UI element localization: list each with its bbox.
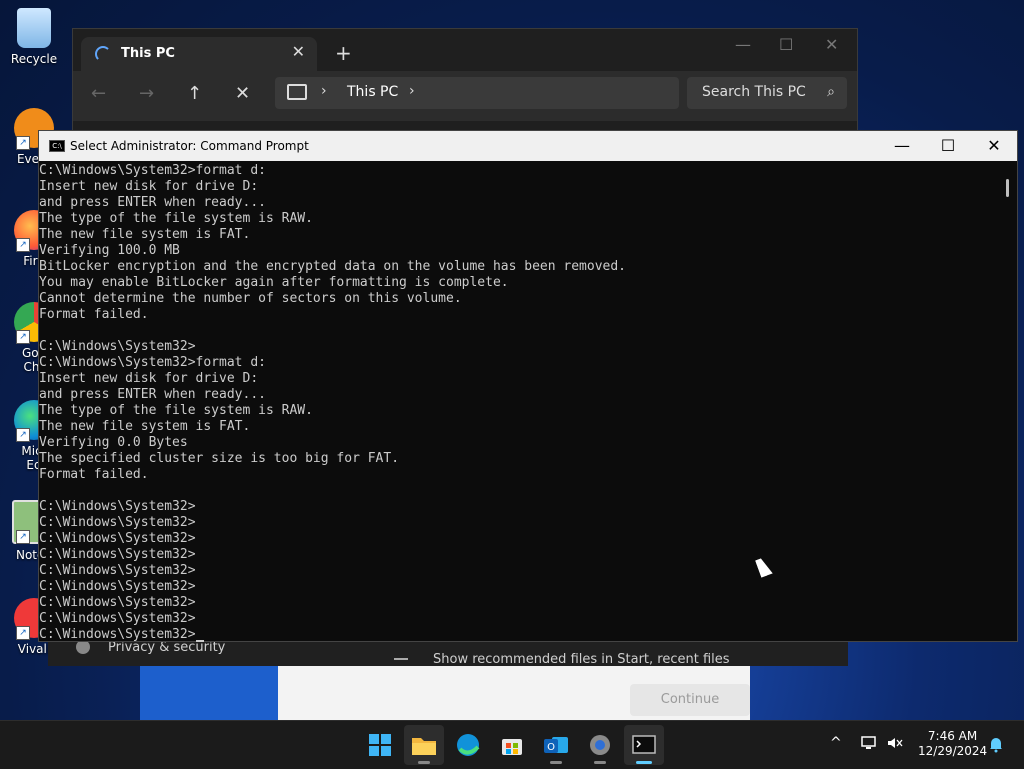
active-indicator xyxy=(636,761,652,764)
vertical-scrollbar[interactable] xyxy=(999,161,1017,641)
window-title: Select Administrator: Command Prompt xyxy=(70,139,309,153)
new-tab-button[interactable]: + xyxy=(335,41,352,65)
search-icon: ⌕ xyxy=(827,84,835,100)
chevron-right-icon[interactable]: › xyxy=(321,83,327,99)
clock[interactable]: 7:46 AM 12/29/2024 xyxy=(918,729,987,759)
search-input[interactable]: Search This PC ⌕ xyxy=(687,77,847,109)
terminal-icon xyxy=(632,735,656,754)
gear-icon xyxy=(590,735,610,755)
clock-date: 12/29/2024 xyxy=(918,744,988,758)
close-button[interactable]: ✕ xyxy=(825,35,838,54)
console-output[interactable]: C:\Windows\System32>format d: Insert new… xyxy=(39,161,999,643)
network-icon[interactable] xyxy=(860,735,878,751)
show-hidden-icons-chevron-icon[interactable]: ^ xyxy=(830,735,842,751)
running-indicator xyxy=(550,761,562,764)
taskbar-outlook[interactable]: O xyxy=(536,725,576,765)
taskbar-terminal[interactable] xyxy=(624,725,664,765)
explorer-toolbar: ← → ↑ ✕ › This PC › Search This PC ⌕ xyxy=(73,71,857,121)
recommended-files-setting[interactable]: Show recommended files in Start, recent … xyxy=(433,652,730,667)
outlook-icon: O xyxy=(544,737,568,753)
maximize-button[interactable]: ☐ xyxy=(925,136,971,155)
edge-icon xyxy=(457,734,480,756)
tab-close-icon[interactable]: ✕ xyxy=(292,42,305,61)
clock-time: 7:46 AM xyxy=(927,729,978,743)
volume-muted-icon[interactable] xyxy=(886,735,904,751)
console-text: C:\Windows\System32>format d: Insert new… xyxy=(39,163,626,642)
setup-banner xyxy=(140,666,278,720)
command-prompt-window: C:\ Select Administrator: Command Prompt… xyxy=(38,130,1018,642)
recycle-bin-icon xyxy=(17,8,51,48)
loading-spinner-icon xyxy=(95,46,111,62)
running-indicator xyxy=(418,761,430,764)
stop-icon[interactable]: ✕ xyxy=(235,83,250,104)
setup-dialog: Continue xyxy=(140,666,750,720)
search-placeholder: Search This PC xyxy=(702,84,806,100)
chevron-right-icon[interactable]: › xyxy=(409,83,415,99)
taskbar-file-explorer[interactable] xyxy=(404,725,444,765)
computer-icon xyxy=(287,84,307,100)
scrollbar-thumb[interactable] xyxy=(1006,179,1009,197)
close-button[interactable]: ✕ xyxy=(971,136,1017,155)
taskbar-edge[interactable] xyxy=(448,725,488,765)
desktop-icon-recycle-bin[interactable]: Recycle xyxy=(4,8,64,66)
windows-logo-icon xyxy=(369,734,391,756)
tab-this-pc[interactable]: This PC ✕ xyxy=(81,37,317,71)
title-bar[interactable]: C:\ Select Administrator: Command Prompt… xyxy=(39,131,1017,161)
address-bar[interactable]: › This PC › xyxy=(275,77,679,109)
console-icon: C:\ xyxy=(49,140,65,152)
minimize-button[interactable]: — xyxy=(735,35,751,54)
minimize-button[interactable]: — xyxy=(879,136,925,155)
maximize-button[interactable]: ☐ xyxy=(779,35,793,54)
start-button[interactable] xyxy=(360,725,400,765)
back-arrow-icon[interactable]: ← xyxy=(91,83,106,104)
notification-bell-icon[interactable] xyxy=(988,735,1004,753)
svg-text:O: O xyxy=(547,742,555,753)
desktop-icon-label: Recycle xyxy=(10,52,58,66)
taskbar: O ^ 7:46 AM 12/29/2024 xyxy=(0,720,1024,769)
continue-button[interactable]: Continue xyxy=(630,684,750,716)
breadcrumb-this-pc[interactable]: This PC xyxy=(347,84,398,100)
running-indicator xyxy=(594,761,606,764)
taskbar-settings[interactable] xyxy=(580,725,620,765)
tab-title: This PC xyxy=(121,46,175,61)
recommended-icon xyxy=(394,658,408,660)
forward-arrow-icon[interactable]: → xyxy=(139,83,154,104)
folder-icon xyxy=(412,738,436,755)
up-arrow-icon[interactable]: ↑ xyxy=(187,83,202,104)
store-icon xyxy=(502,739,522,755)
taskbar-store[interactable] xyxy=(492,725,532,765)
text-cursor xyxy=(195,640,204,642)
